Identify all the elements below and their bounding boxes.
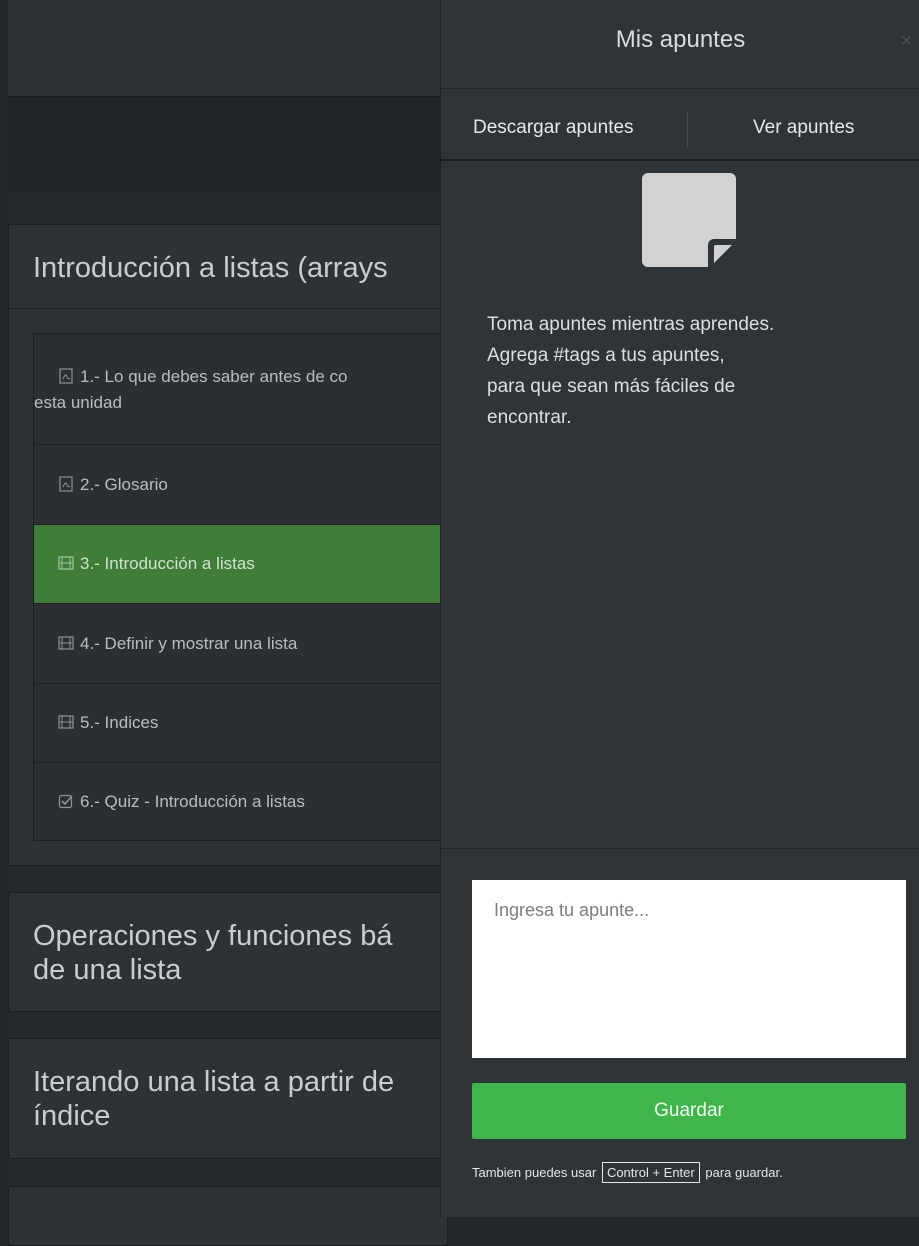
- lesson-item-5[interactable]: 5.- Indices: [34, 684, 454, 763]
- section-title[interactable]: Introducción a listas (arrays: [33, 251, 388, 285]
- hint-prefix: Tambien puedes usar: [472, 1165, 597, 1180]
- video-icon: [58, 712, 74, 729]
- empty-text-line: Agrega #tags a tus apuntes,: [487, 345, 725, 366]
- lesson-item-4[interactable]: 4.- Definir y mostrar una lista: [34, 604, 454, 684]
- tab-descargar-apuntes[interactable]: Descargar apuntes: [473, 117, 634, 139]
- lesson-label: 4.- Definir y mostrar una lista: [80, 634, 298, 653]
- top-navbar: [8, 0, 448, 96]
- lesson-label-continued: esta unidad: [34, 393, 122, 412]
- lesson-label: 2.- Glosario: [80, 475, 168, 494]
- section-title-line: índice: [33, 1100, 111, 1132]
- divider: [441, 848, 919, 849]
- section-next[interactable]: [8, 1186, 448, 1246]
- empty-state-text: Toma apuntes mientras aprendes. Agrega #…: [487, 309, 774, 433]
- notes-tabs: Descargar apuntes Ver apuntes: [441, 89, 919, 161]
- lesson-item-1[interactable]: 1.- Lo que debes saber antes de co esta …: [34, 334, 454, 445]
- section-title-line: Iterando una lista a partir de: [33, 1066, 395, 1098]
- lesson-item-6[interactable]: 6.- Quiz - Introducción a listas: [34, 763, 454, 840]
- video-icon: [58, 553, 74, 570]
- empty-text-line: encontrar.: [487, 407, 572, 428]
- section-title[interactable]: Iterando una lista a partir de índice: [33, 1065, 394, 1133]
- lesson-item-3-active[interactable]: 3.- Introducción a listas: [34, 525, 454, 604]
- save-button[interactable]: Guardar: [472, 1083, 906, 1139]
- empty-text-line: para que sean más fáciles de: [487, 376, 736, 397]
- sub-header: [8, 96, 448, 193]
- section-iterando[interactable]: Iterando una lista a partir de índice: [8, 1038, 448, 1159]
- sticky-note-icon: [642, 173, 736, 267]
- lesson-label: 6.- Quiz - Introducción a listas: [80, 792, 305, 811]
- section-title[interactable]: Operaciones y funciones bá de una lista: [33, 919, 393, 987]
- lesson-label: 3.- Introducción a listas: [80, 554, 255, 573]
- keyboard-hint: Tambien puedes usar Control + Enter para…: [472, 1162, 783, 1183]
- close-icon[interactable]: ×: [900, 30, 912, 53]
- lesson-label: 1.- Lo que debes saber antes de co: [80, 367, 348, 386]
- section-operaciones[interactable]: Operaciones y funciones bá de una lista: [8, 892, 448, 1012]
- note-input[interactable]: [472, 880, 906, 1058]
- lesson-item-2[interactable]: 2.- Glosario: [34, 445, 454, 525]
- empty-text-line: Toma apuntes mientras aprendes.: [487, 314, 775, 335]
- section-title-line: Operaciones y funciones bá: [33, 920, 393, 952]
- lesson-list: 1.- Lo que debes saber antes de co esta …: [33, 333, 454, 841]
- lesson-label: 5.- Indices: [80, 713, 159, 732]
- empty-state: Toma apuntes mientras aprendes. Agrega #…: [441, 161, 919, 849]
- panel-header: Mis apuntes ×: [441, 0, 919, 89]
- section-title-line: de una lista: [33, 954, 182, 986]
- video-icon: [58, 633, 74, 650]
- shortcut-key: Control + Enter: [601, 1162, 700, 1183]
- divider: [9, 308, 449, 309]
- check-square-icon: [58, 791, 74, 809]
- tab-separator: [687, 111, 688, 147]
- pdf-icon: [58, 366, 74, 384]
- panel-title: Mis apuntes: [615, 26, 746, 53]
- notes-panel: Mis apuntes × Descargar apuntes Ver apun…: [440, 0, 919, 1217]
- hint-suffix: para guardar.: [705, 1165, 783, 1180]
- pdf-icon: [58, 474, 74, 492]
- tab-ver-apuntes[interactable]: Ver apuntes: [753, 117, 854, 139]
